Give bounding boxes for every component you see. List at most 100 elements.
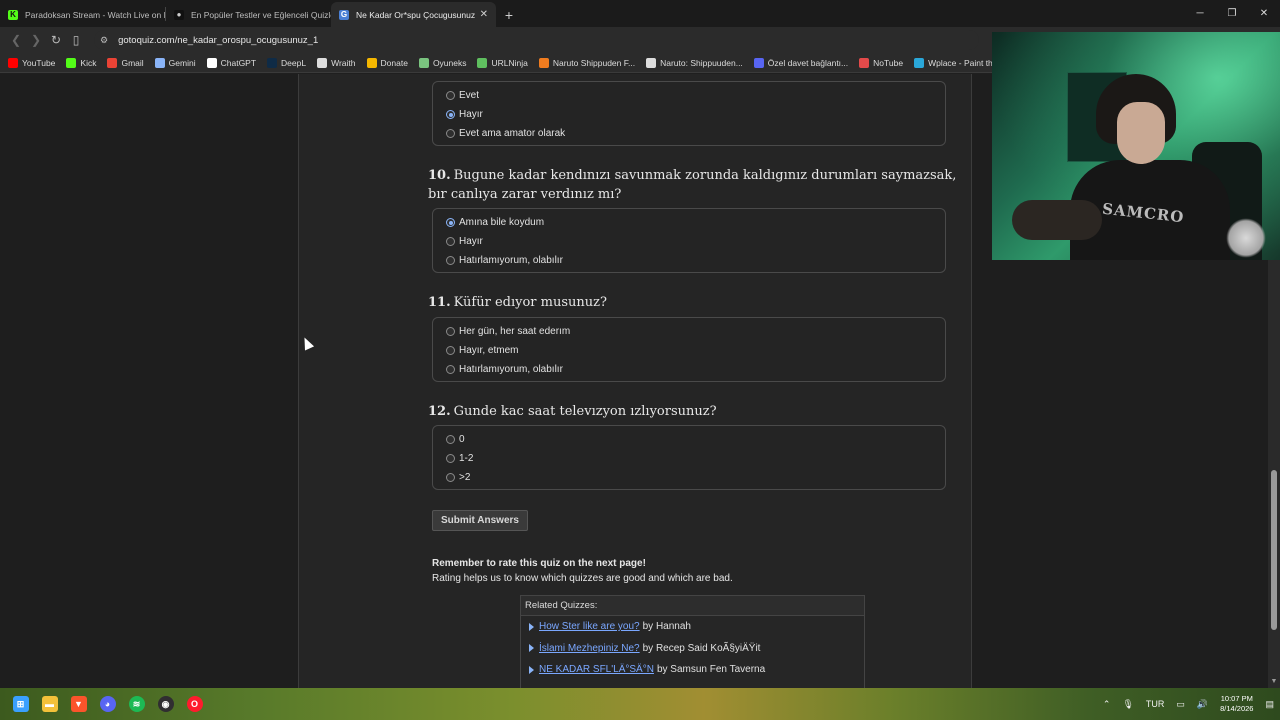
related-quiz-link[interactable]: NE KADAR SFL'LÄ°SÄ°N (539, 664, 654, 675)
kick-icon: K (8, 9, 18, 20)
clock-time: 10:07 PM (1220, 694, 1253, 703)
answer-option[interactable]: Hatırlamıyorum, olabılır (433, 360, 945, 379)
file-explorer-icon[interactable]: ▬ (35, 688, 64, 720)
answer-option[interactable]: 0 (433, 430, 945, 449)
radio-button[interactable] (446, 346, 455, 355)
bookmark-item[interactable]: DeepL (267, 57, 307, 68)
bookmark-item[interactable]: NoTube (859, 57, 903, 68)
answer-option[interactable]: >2 (433, 468, 945, 487)
bookmark-favicon-icon (107, 57, 118, 68)
tab-gotoquiz[interactable]: G Ne Kadar Or*spu Çocugusunuz ✕ (331, 2, 496, 27)
restore-icon[interactable]: ❐ (1216, 0, 1248, 27)
bookmark-item[interactable]: YouTube (8, 57, 55, 68)
bookmark-favicon-icon (646, 57, 657, 68)
answer-option[interactable]: 1-2 (433, 449, 945, 468)
url-field[interactable]: ⚙ gotoquiz.com/ne_kadar_orospu_ocugusunu… (94, 30, 979, 50)
tab-kick[interactable]: K Paradoksan Stream - Watch Live on K (0, 2, 165, 27)
bookmark-label: DeepL (281, 57, 307, 68)
close-tab-icon[interactable]: ✕ (480, 9, 488, 20)
clock[interactable]: 10:07 PM 8/14/2026 (1220, 694, 1253, 714)
bookmark-label: Naruto Shippuden F... (552, 57, 636, 68)
bookmark-icon[interactable]: ▯ (66, 30, 86, 50)
radio-button[interactable] (446, 256, 455, 265)
answer-label: >2 (459, 472, 471, 483)
microphone-icon[interactable]: 🎙 (1122, 699, 1133, 710)
answer-option[interactable]: Hayır (433, 232, 945, 251)
bookmark-item[interactable]: ChatGPT (206, 57, 256, 68)
radio-button[interactable] (446, 237, 455, 246)
question-number: 10. (428, 168, 451, 183)
related-quiz-author: by Recep Said KoÃ§yiÄŸit (642, 642, 761, 654)
bookmark-item[interactable]: Donate (366, 57, 408, 68)
bookmark-label: Wraith (331, 57, 356, 68)
radio-button[interactable] (446, 129, 455, 138)
related-quizzes: Related Quizzes: How Ster like are you? … (520, 595, 865, 688)
site-info-icon[interactable]: ⚙ (100, 35, 108, 46)
new-tab-button[interactable]: + (496, 2, 522, 27)
discord-icon[interactable]: ◕ (93, 688, 122, 720)
related-quiz-author: by Hannah (642, 621, 691, 633)
radio-button[interactable] (446, 218, 455, 227)
language-indicator[interactable]: TUR (1146, 699, 1165, 709)
bookmark-item[interactable]: Gmail (107, 57, 144, 68)
answer-option[interactable]: Amına bile koydum (433, 213, 945, 232)
related-quiz-link[interactable]: İslami Mezhepiniz Ne? (539, 643, 640, 654)
minimize-icon[interactable]: ─ (1184, 0, 1216, 27)
related-quiz-link[interactable]: How Ster like are you? (539, 621, 640, 632)
tab-quizler[interactable]: ● En Popüler Testler ve Eğlenceli Quizle (166, 2, 331, 27)
bookmark-item[interactable]: Özel davet bağlantı... (753, 57, 848, 68)
answer-option[interactable]: Her gün, her saat ederım (433, 322, 945, 341)
rate-reminder: Remember to rate this quiz on the next p… (432, 556, 733, 586)
radio-button[interactable] (446, 365, 455, 374)
obs-icon[interactable]: ◉ (151, 688, 180, 720)
answer-option[interactable]: Hayır, etmem (433, 341, 945, 360)
volume-icon[interactable]: 🔊 (1197, 699, 1208, 710)
streamer-face (1117, 102, 1165, 164)
answer-option[interactable]: Evet ama amator olarak (433, 124, 945, 143)
bookmark-favicon-icon (206, 57, 217, 68)
bookmark-favicon-icon (477, 57, 488, 68)
bullet-arrow-icon (529, 644, 534, 653)
answer-option[interactable]: Evet (433, 86, 945, 105)
bookmark-item[interactable]: Kick (66, 57, 96, 68)
opera-icon[interactable]: O (180, 688, 209, 720)
question-11-title: 11. Küfür edıyor musunuz? (428, 293, 958, 312)
bookmark-favicon-icon (8, 57, 18, 68)
radio-button[interactable] (446, 473, 455, 482)
related-quiz-author: by Samsun Fen Taverna (656, 664, 766, 676)
bookmark-item[interactable]: Oyuneks (418, 57, 466, 68)
bookmark-item[interactable]: Gemini (154, 57, 196, 68)
close-window-icon[interactable]: ✕ (1248, 0, 1280, 27)
forward-icon[interactable]: ❯ (26, 30, 46, 50)
bookmark-favicon-icon (753, 57, 764, 68)
network-icon[interactable]: ▭ (1176, 699, 1185, 710)
bookmark-item[interactable]: Naruto: Shippuuden... (646, 57, 743, 68)
scrollbar-thumb[interactable] (1271, 470, 1277, 630)
reload-icon[interactable]: ↻ (46, 30, 66, 50)
bookmark-label: Donate (380, 57, 408, 68)
brave-icon[interactable]: ▼ (64, 688, 93, 720)
radio-button[interactable] (446, 327, 455, 336)
radio-button[interactable] (446, 91, 455, 100)
radio-button[interactable] (446, 435, 455, 444)
gotoquiz-icon: G (339, 9, 349, 20)
radio-button[interactable] (446, 454, 455, 463)
question-text: Gunde kac saat televızyon ızlıyorsunuz? (453, 404, 717, 419)
bookmark-favicon-icon (317, 57, 328, 68)
notification-icon[interactable]: ▤ (1265, 699, 1274, 710)
chevron-up-icon[interactable]: ⌃ (1103, 699, 1111, 710)
bookmark-item[interactable]: Wraith (317, 57, 356, 68)
bookmark-item[interactable]: Naruto Shippuden F... (538, 57, 636, 68)
bookmark-item[interactable]: URLNinja (477, 57, 528, 68)
radio-button[interactable] (446, 110, 455, 119)
answer-option[interactable]: Hayır (433, 105, 945, 124)
answer-label: Evet (459, 90, 480, 101)
related-quiz-item: How Ster like are you? by Hannah (521, 616, 864, 638)
scroll-down-icon[interactable]: ▼ (1270, 678, 1278, 686)
back-icon[interactable]: ❮ (6, 30, 26, 50)
spotify-icon[interactable]: ≋ (122, 688, 151, 720)
windows-start-icon[interactable]: ⊞ (6, 688, 35, 720)
submit-answers-button[interactable]: Submit Answers (432, 510, 528, 531)
answer-option[interactable]: Hatırlamıyorum, olabılır (433, 251, 945, 270)
answer-label: Hatırlamıyorum, olabılır (459, 255, 563, 266)
